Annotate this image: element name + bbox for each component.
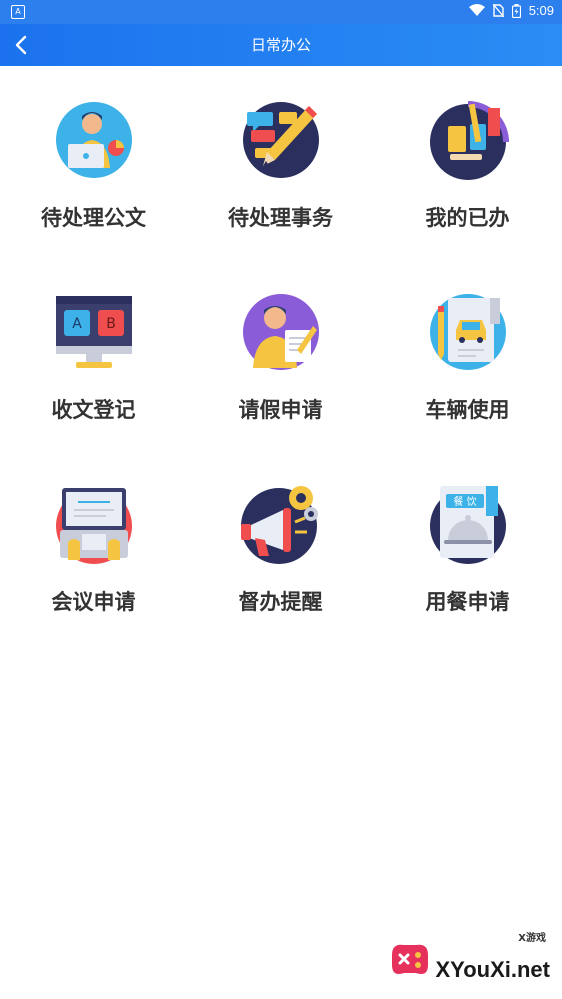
tile-meal-application[interactable]: 餐 饮 用餐申请 [374, 450, 561, 642]
tile-label: 我的已办 [425, 206, 510, 230]
person-laptop-icon [55, 102, 132, 178]
tile-label: 请假申请 [238, 398, 323, 422]
battery-icon [511, 3, 521, 18]
tile-supervision-reminder[interactable]: 督办提醒 [187, 450, 374, 642]
notification-app-icon: A [11, 5, 25, 19]
megaphone-gear-icon [240, 486, 318, 564]
tile-pending-affairs[interactable]: 待处理事务 [187, 66, 374, 258]
tile-label: 车辆使用 [425, 398, 510, 422]
wifi-icon [468, 4, 485, 16]
tile-label: 待处理公文 [41, 206, 146, 230]
app-header: 日常办公 [0, 24, 562, 66]
watermark-small-text: X游戏 [518, 933, 546, 944]
tile-vehicle-use[interactable]: 车辆使用 [374, 258, 561, 450]
site-watermark: X游戏 XYouXi.net [386, 927, 556, 987]
tile-my-done[interactable]: 我的已办 [374, 66, 561, 258]
car-document-icon [429, 294, 506, 370]
svg-text:餐 饮: 餐 饮 [453, 495, 476, 508]
tile-pending-documents[interactable]: 待处理公文 [0, 66, 187, 258]
tile-document-registration[interactable]: A B 收文登记 [0, 258, 187, 450]
page-title: 日常办公 [250, 36, 311, 54]
svg-text:B: B [106, 316, 116, 332]
no-sim-icon [492, 4, 504, 17]
tile-label: 收文登记 [51, 398, 136, 422]
tile-label: 用餐申请 [425, 590, 510, 614]
tile-label: 会议申请 [51, 590, 136, 614]
status-bar: A 5:09 [0, 0, 562, 24]
tile-label: 待处理事务 [228, 206, 333, 230]
folders-pencil-icon [429, 101, 509, 180]
tile-meeting-application[interactable]: 会议申请 [0, 450, 187, 642]
laptop-typing-icon [55, 488, 132, 564]
tile-leave-application[interactable]: 请假申请 [187, 258, 374, 450]
tile-label: 督办提醒 [238, 590, 323, 614]
ab-monitor-icon: A B [55, 296, 132, 368]
meal-cloche-icon: 餐 饮 [429, 486, 506, 564]
gamepad-logo-icon [392, 944, 428, 974]
chat-pencil-icon [242, 102, 319, 178]
person-form-icon [242, 294, 319, 370]
watermark-brand: XYouXi.net [435, 957, 551, 982]
office-function-grid: 待处理公文 待处理事务 我的已办 A B 收文登记 请假申请 车辆使用 会议申请… [0, 66, 562, 642]
clock-time: 5:09 [528, 3, 554, 18]
svg-text:A: A [72, 316, 82, 332]
status-icons: 5:09 [468, 3, 554, 18]
